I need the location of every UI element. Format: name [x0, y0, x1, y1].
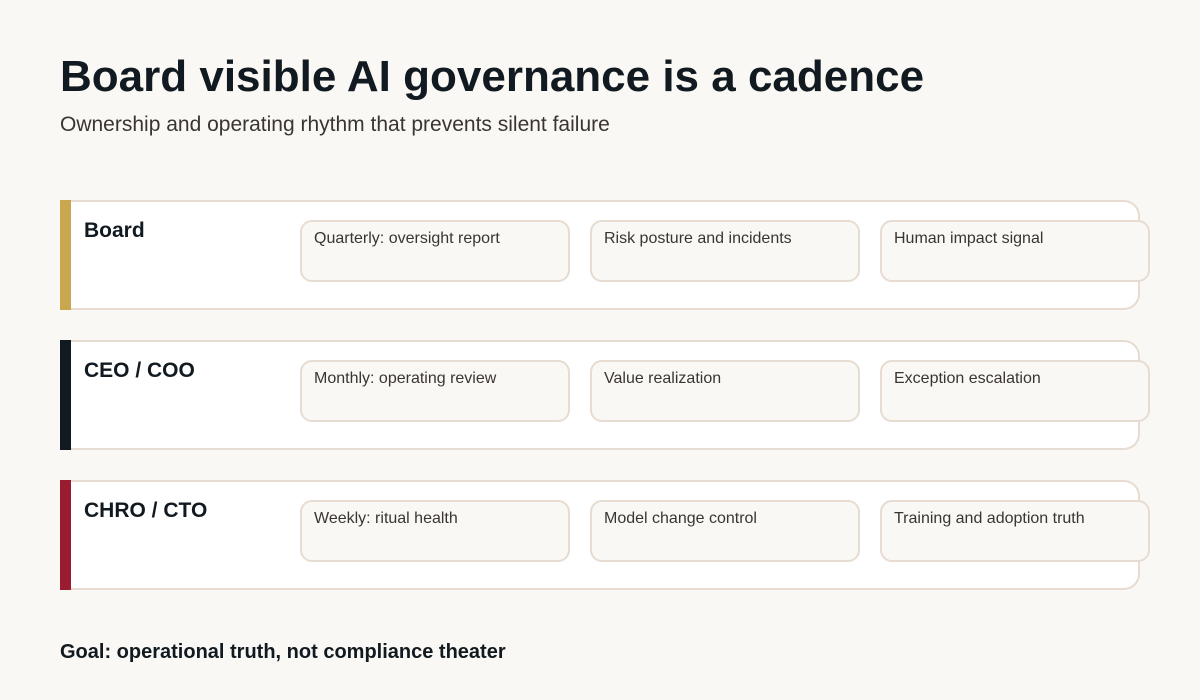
lane-accent-bar — [60, 200, 71, 310]
cadence-item: Model change control — [590, 500, 860, 562]
lane-title: CEO / COO — [84, 359, 195, 382]
page-subtitle: Ownership and operating rhythm that prev… — [60, 113, 610, 136]
lane-title: CHRO / CTO — [84, 499, 208, 522]
cadence-item: Monthly: operating review — [300, 360, 570, 422]
lane-chro-cto: CHRO / CTO Weekly: ritual health Model c… — [60, 480, 1150, 590]
lane-accent-bar — [60, 340, 71, 450]
cadence-item: Quarterly: oversight report — [300, 220, 570, 282]
lane-accent-bar — [60, 480, 71, 590]
cadence-item: Training and adoption truth — [880, 500, 1150, 562]
cadence-item: Human impact signal — [880, 220, 1150, 282]
lane-title: Board — [84, 219, 145, 242]
cadence-item: Value realization — [590, 360, 860, 422]
cadence-item: Exception escalation — [880, 360, 1150, 422]
goal-statement: Goal: operational truth, not compliance … — [60, 641, 506, 663]
page-title: Board visible AI governance is a cadence — [60, 52, 925, 101]
cadence-item: Risk posture and incidents — [590, 220, 860, 282]
lane-ceo-coo: CEO / COO Monthly: operating review Valu… — [60, 340, 1150, 450]
cadence-item: Weekly: ritual health — [300, 500, 570, 562]
lane-board: Board Quarterly: oversight report Risk p… — [60, 200, 1150, 310]
